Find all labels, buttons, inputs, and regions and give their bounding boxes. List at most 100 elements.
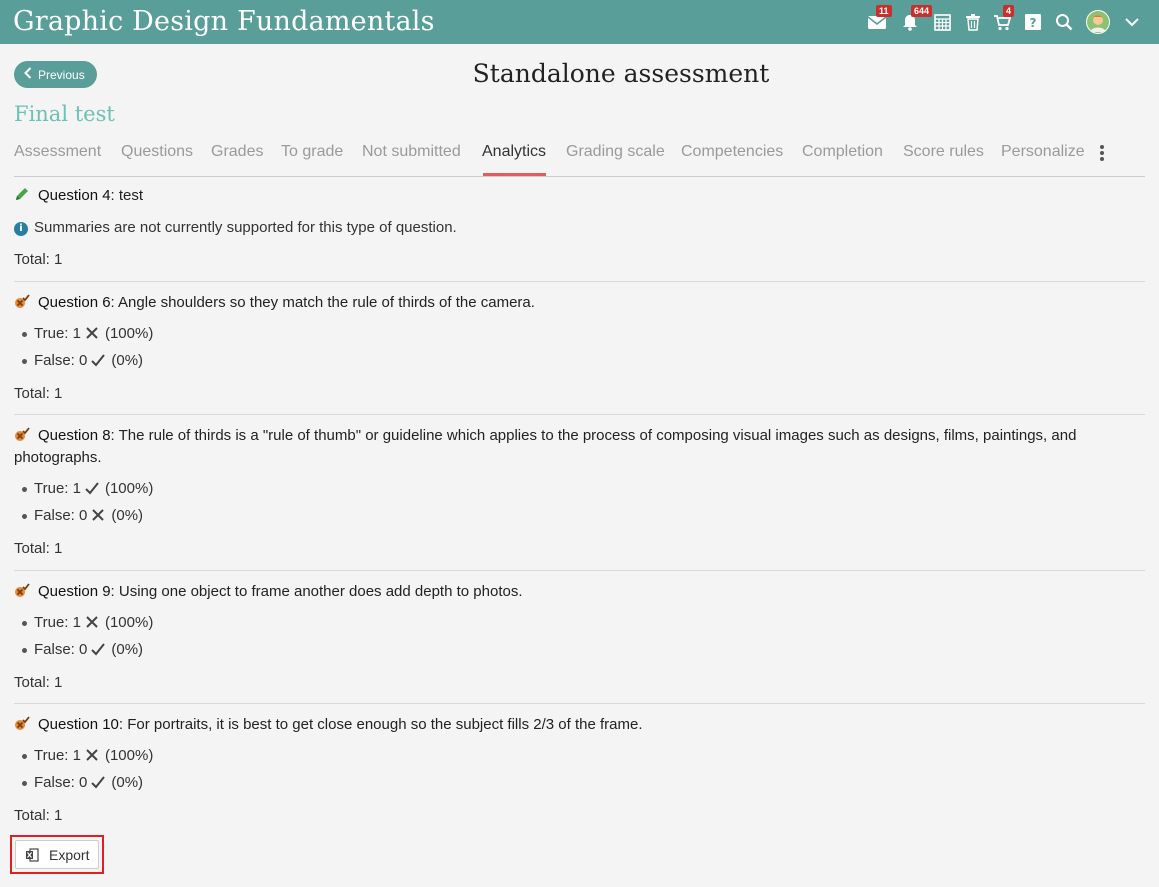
answer-item: False: 0 (0%): [20, 350, 1145, 377]
question-total: Total: 1: [14, 540, 63, 557]
answer-item: True: 1 (100%): [20, 323, 1145, 350]
question-summary: Question 8: The rule of thirds is a "rul…: [14, 425, 1145, 571]
answer-percent: (0%): [111, 507, 144, 524]
pencil-icon: [14, 186, 30, 202]
tab-personalize[interactable]: Personalize: [1001, 143, 1085, 161]
answer-percent: (100%): [104, 747, 154, 764]
answer-list: True: 1 (100%) False: 0 (0%): [20, 478, 1145, 532]
question-summary: Question 4: test i Summaries are not curr…: [14, 185, 1145, 282]
excel-icon: [26, 847, 39, 862]
cross-icon: [84, 747, 100, 763]
question-summary: Question 6: Angle shoulders so they matc…: [14, 292, 1145, 415]
answer-list: True: 1 (100%) False: 0 (0%): [20, 745, 1145, 799]
envelope-icon[interactable]: 11: [865, 5, 892, 34]
answer-label: True: 1: [34, 614, 81, 631]
question-text: : The rule of thirds is a "rule of thumb…: [14, 427, 1077, 466]
answer-label: False: 0: [34, 641, 88, 658]
section-title: Final test: [14, 102, 115, 126]
answer-item: True: 1 (100%): [20, 478, 1145, 505]
question-number: Question 6: [38, 294, 111, 311]
answer-label: True: 1: [34, 747, 81, 764]
answer-percent: (100%): [104, 480, 154, 497]
svg-text:?: ?: [1030, 16, 1037, 30]
question-number: Question 4: [38, 187, 111, 204]
question-title: Question 4: test: [14, 185, 1145, 207]
more-tabs-icon[interactable]: [1098, 144, 1106, 162]
cross-icon: [84, 614, 100, 630]
tab-analytics[interactable]: Analytics: [482, 143, 546, 161]
top-bar: Graphic Design Fundamentals 11 644 4 ?: [0, 0, 1159, 44]
search-icon[interactable]: [1052, 10, 1076, 34]
answer-label: True: 1: [34, 480, 81, 497]
check-icon: [90, 774, 106, 790]
question-summary: Question 10: For portraits, it is best t…: [14, 714, 1145, 829]
question-title: Question 8: The rule of thirds is a "rul…: [14, 425, 1145, 469]
cart-icon[interactable]: 4: [990, 5, 1015, 34]
tab-assessment[interactable]: Assessment: [14, 143, 101, 161]
app-title[interactable]: Graphic Design Fundamentals: [13, 6, 435, 37]
tab-competencies[interactable]: Competencies: [681, 143, 783, 161]
answer-list: True: 1 (100%) False: 0 (0%): [20, 323, 1145, 377]
question-text: : For portraits, it is best to get close…: [118, 716, 643, 733]
info-message: i Summaries are not currently supported f…: [14, 217, 1145, 239]
tab-to-grade[interactable]: To grade: [281, 143, 343, 161]
question-text: : Angle shoulders so they match the rule…: [110, 294, 535, 311]
export-button[interactable]: Export: [15, 840, 99, 869]
answer-percent: (100%): [104, 325, 154, 342]
question-summary: Question 9: Using one object to frame an…: [14, 581, 1145, 704]
bell-icon[interactable]: 644: [898, 5, 933, 34]
cross-icon: [90, 507, 106, 523]
answer-percent: (0%): [111, 352, 144, 369]
answer-item: False: 0 (0%): [20, 639, 1145, 666]
true-false-icon: [14, 582, 30, 598]
answer-item: False: 0 (0%): [20, 505, 1145, 532]
question-title: Question 9: Using one object to frame an…: [14, 581, 1145, 603]
tab-grades[interactable]: Grades: [211, 143, 263, 161]
question-title: Question 10: For portraits, it is best t…: [14, 714, 1145, 736]
tab-grading-scale[interactable]: Grading scale: [566, 143, 665, 161]
previous-label: Previous: [38, 67, 85, 82]
info-text: Summaries are not currently supported fo…: [34, 219, 457, 236]
check-icon: [84, 480, 100, 496]
chevron-left-icon: [24, 67, 32, 82]
tab-score-rules[interactable]: Score rules: [903, 143, 984, 161]
export-label: Export: [49, 846, 90, 863]
answer-percent: (0%): [111, 774, 144, 791]
answer-percent: (0%): [111, 641, 144, 658]
previous-button[interactable]: Previous: [14, 61, 97, 88]
help-icon[interactable]: ?: [1021, 10, 1045, 34]
answer-label: True: 1: [34, 325, 81, 342]
check-icon: [90, 352, 106, 368]
answer-label: False: 0: [34, 774, 88, 791]
question-total: Total: 1: [14, 807, 63, 824]
true-false-icon: [14, 715, 30, 731]
page-title: Standalone assessment: [472, 59, 770, 88]
messages-badge: 11: [876, 5, 892, 17]
question-text: : Using one object to frame another does…: [110, 583, 523, 600]
answer-item: False: 0 (0%): [20, 772, 1145, 799]
tab-bar: Assessment Questions Grades To grade Not…: [14, 140, 1145, 177]
answer-label: False: 0: [34, 352, 88, 369]
trash-icon[interactable]: [961, 10, 985, 34]
tab-questions[interactable]: Questions: [121, 143, 193, 161]
question-number: Question 9: [38, 583, 111, 600]
info-icon: i: [14, 222, 28, 236]
question-text: : test: [110, 187, 144, 204]
answer-percent: (100%): [104, 614, 154, 631]
tab-completion[interactable]: Completion: [802, 143, 883, 161]
question-number: Question 10: [38, 716, 119, 733]
calendar-icon[interactable]: [930, 10, 954, 34]
question-total: Total: 1: [14, 251, 63, 268]
answer-list: True: 1 (100%) False: 0 (0%): [20, 612, 1145, 666]
true-false-icon: [14, 426, 30, 442]
question-total: Total: 1: [14, 674, 63, 691]
notifications-badge: 644: [911, 5, 933, 17]
avatar[interactable]: [1086, 10, 1110, 34]
cross-icon: [84, 325, 100, 341]
chevron-down-icon[interactable]: [1120, 10, 1144, 34]
cart-badge: 4: [1003, 5, 1015, 17]
answer-item: True: 1 (100%): [20, 612, 1145, 639]
active-tab-indicator: [483, 173, 546, 176]
tab-not-submitted[interactable]: Not submitted: [362, 143, 461, 161]
true-false-icon: [14, 293, 30, 309]
